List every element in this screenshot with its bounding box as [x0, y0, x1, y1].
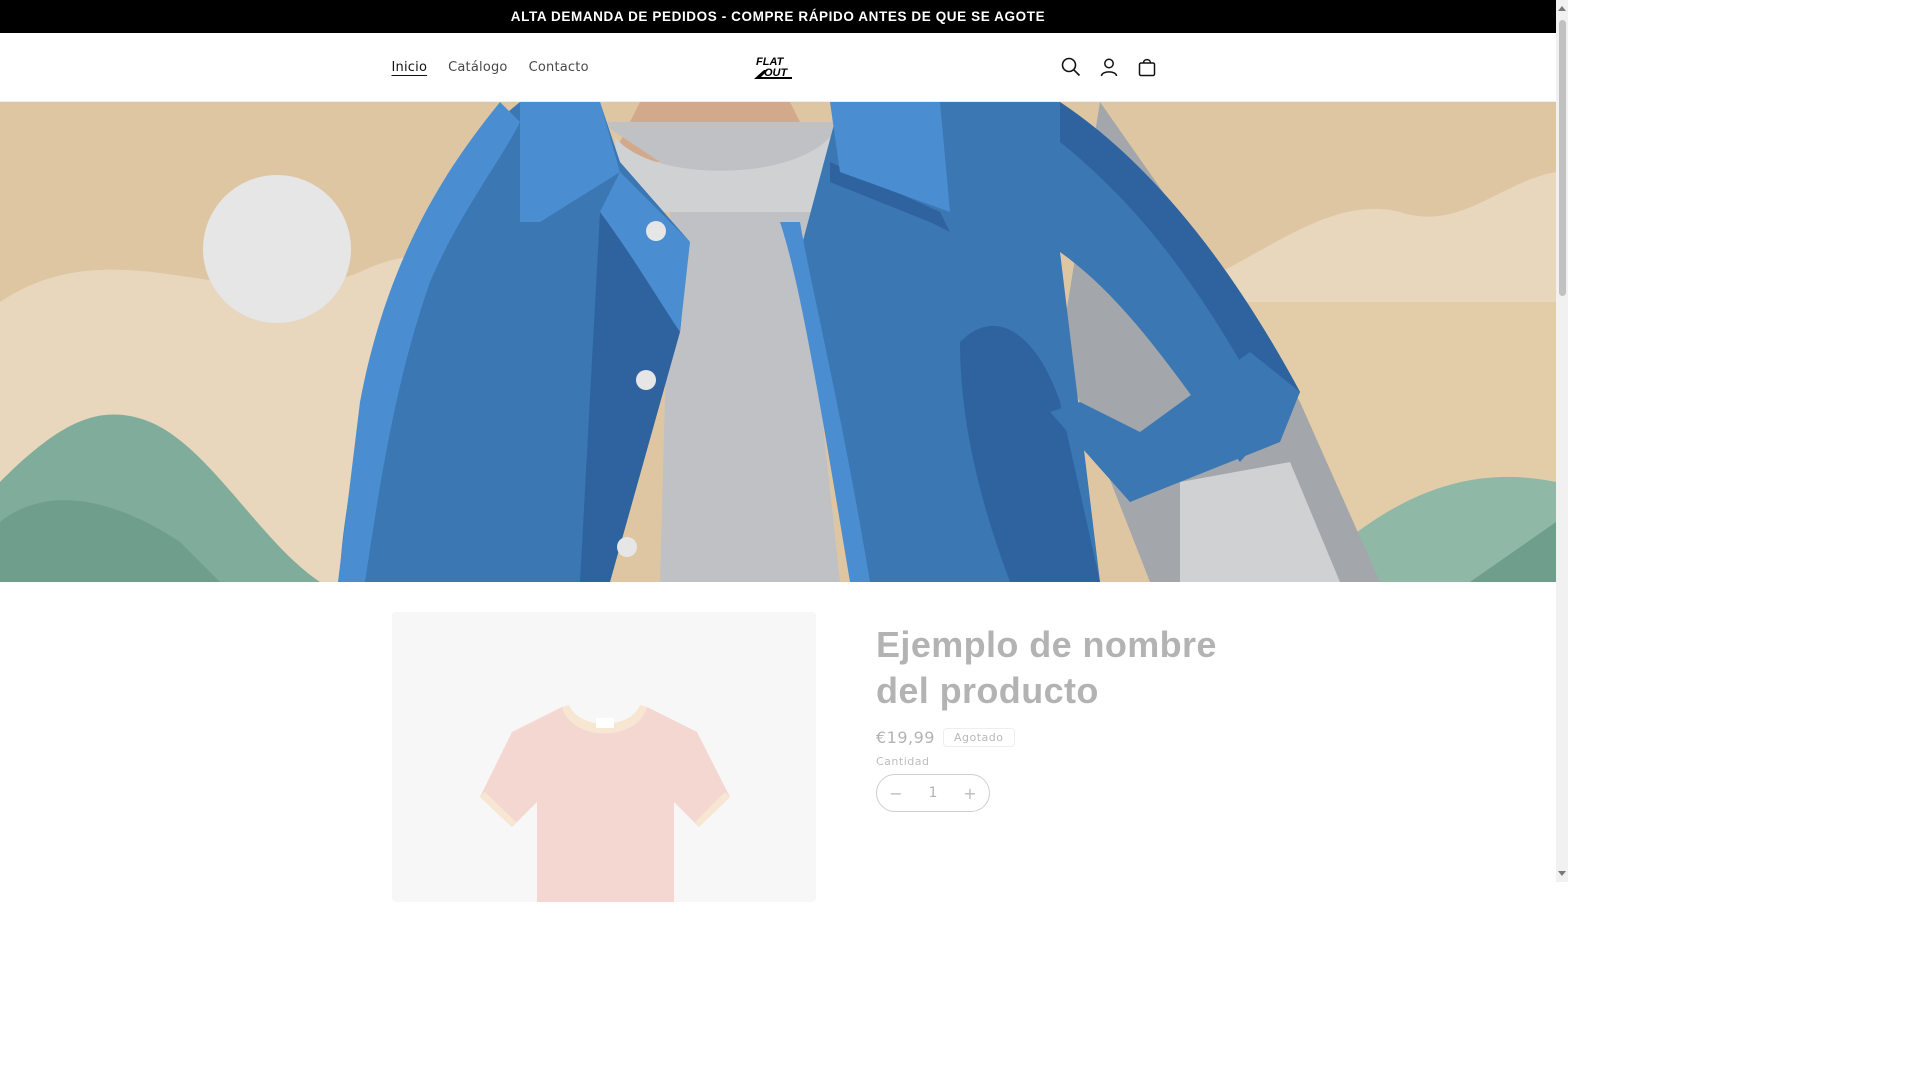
price-row: €19,99 Agotado [876, 728, 1236, 747]
quantity-label: Cantidad [876, 755, 930, 768]
announcement-text: ALTA DEMANDA DE PEDIDOS - COMPRE RÁPIDO … [510, 9, 1046, 24]
flat-out-logo-icon: FLAT OUT [754, 56, 792, 79]
site-header: Inicio Catálogo Contacto FLAT OUT [0, 33, 1556, 102]
nav-link-catalogo[interactable]: Catálogo [438, 60, 518, 75]
tshirt-illustration [392, 612, 816, 902]
button-shape [617, 537, 637, 557]
product-title: Ejemplo de nombre del producto [876, 624, 1217, 711]
quantity-decrease-button[interactable]: − [889, 784, 903, 803]
header-icons [1052, 49, 1166, 85]
product-price: €19,99 [876, 728, 935, 747]
sun-shape [203, 175, 351, 323]
nav-link-inicio[interactable]: Inicio [381, 60, 438, 75]
product-section: Ejemplo de nombre del producto €19,99 Ag… [0, 582, 1556, 902]
product-info: Ejemplo de nombre del producto €19,99 Ag… [876, 622, 1236, 812]
search-icon [1061, 57, 1081, 77]
announcement-bar: ALTA DEMANDA DE PEDIDOS - COMPRE RÁPIDO … [0, 0, 1556, 33]
product-image[interactable] [392, 612, 816, 902]
main-nav: Inicio Catálogo Contacto [381, 33, 599, 101]
quantity-input[interactable] [911, 784, 955, 802]
cart-button[interactable] [1128, 49, 1166, 85]
sold-out-badge: Agotado [942, 728, 1015, 747]
quantity-stepper: − + [876, 774, 990, 812]
button-shape [636, 370, 656, 390]
hero-illustration [0, 102, 1556, 582]
search-button[interactable] [1052, 49, 1090, 85]
scroll-up-arrow-icon[interactable] [1558, 6, 1566, 11]
cart-icon [1138, 58, 1156, 77]
quantity-increase-button[interactable]: + [963, 784, 977, 803]
store-logo[interactable]: FLAT OUT [752, 53, 804, 83]
scroll-down-arrow-icon[interactable] [1558, 871, 1566, 876]
page-scrollbar[interactable] [1556, 0, 1568, 882]
scrollbar-thumb[interactable] [1559, 20, 1566, 296]
nav-link-contacto[interactable]: Contacto [518, 60, 599, 75]
button-shape [646, 221, 666, 241]
account-icon [1100, 58, 1118, 77]
account-button[interactable] [1090, 49, 1128, 85]
hero-banner [0, 102, 1556, 582]
